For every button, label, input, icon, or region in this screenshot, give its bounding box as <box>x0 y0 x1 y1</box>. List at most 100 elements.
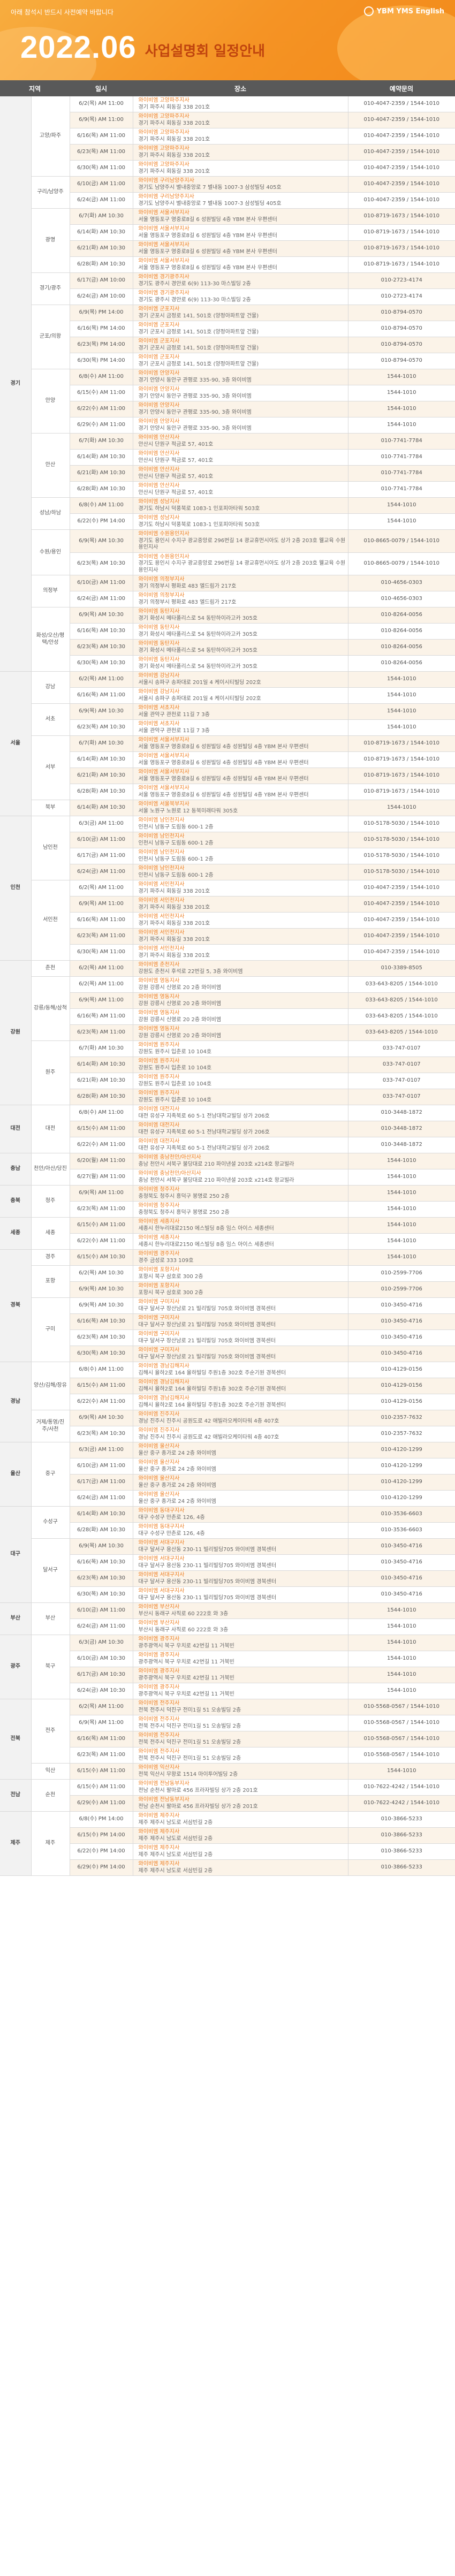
date-cell: 6/23(목) AM 10:30 <box>70 1329 133 1346</box>
place-cell: 와이비엠 수원용인지사 경기도 용인시 수지구 광교중앙로 296번길 14 광교… <box>133 552 348 575</box>
contact-cell: 1544-1010 <box>348 417 455 434</box>
place-cell: 와이비엠 서인천지사 경기 파주시 회동길 338 201호 <box>133 912 348 929</box>
place-address: 경기 군포시 금정로 141, 501호 (양정아파트앞 건물) <box>138 313 259 319</box>
place-name: 와이비엠 경남김해지사 <box>138 1395 189 1401</box>
city-cell: 천안/아산/당진 <box>31 1153 70 1186</box>
contact-cell: 010-5178-5030 / 1544-1010 <box>348 816 455 832</box>
place-cell: 와이비엠 서인천지사 경기 파주시 회동길 338 201호 <box>133 896 348 913</box>
place-address: 대구 달서구 용산동 230-11 빌리빌딩705 와이비엠 경북센터 <box>138 1594 277 1601</box>
place-cell: 와이비엠 성남지사 경기도 하남시 덕풍북로 1083-1 인포피아타워 503호 <box>133 497 348 514</box>
place-address: 강원 강릉시 신영로 20 2층 와이비엠 <box>138 1016 222 1023</box>
city-cell: 제주 <box>31 1811 70 1876</box>
place-address: 경남 진주시 진주시 공원도로 42 애빌라오케이타워 4층 407호 <box>138 1418 279 1424</box>
place-name: 와이비엠 안산지사 <box>138 483 180 489</box>
contact-cell: 010-4047-2359 / 1544-1010 <box>348 112 455 128</box>
date-cell: 6/16(목) AM 11:00 <box>70 687 133 704</box>
place-address: 서울 관악구 관천로 11길 7 3층 <box>138 727 210 734</box>
place-name: 와이비엠 의정부지사 <box>138 592 185 598</box>
place-cell: 와이비엠 서초지사 서울 관악구 관천로 11길 7 3층 <box>133 719 348 736</box>
place-name: 와이비엠 경주지사 <box>138 1251 180 1257</box>
place-name: 와이비엠 안양지사 <box>138 386 180 392</box>
table-row: 경기/광주 6/17(금) AM 10:00 와이비엠 경기광주지사 경기도 광주시 … <box>0 272 455 305</box>
table-row: 제주 제주 6/8(수) PM 14:00 와이비엠 제주지사 제주 제주시 남도로 서… <box>0 1811 455 1876</box>
table-row: 전북 전주 6/2(목) AM 11:00 와이비엠 전주지사 전북 전주시 덕진구 전… <box>0 1699 455 1780</box>
contact-cell: 033-747-0107 <box>348 1040 455 1057</box>
place-cell: 와이비엠 영동지사 강원 강릉시 신영로 20 2층 와이비엠 <box>133 992 348 1009</box>
contact-cell: 1544-1010 <box>348 687 455 704</box>
contact-cell: 1544-1010 <box>348 1618 455 1635</box>
date-cell: 6/15(수) AM 11:00 <box>70 1121 133 1137</box>
date-cell: 6/24(금) AM 11:00 <box>70 864 133 880</box>
logo-icon <box>363 6 374 16</box>
contact-cell: 010-3450-4716 <box>348 1570 455 1587</box>
place-address: 강원 강릉시 신영로 20 2층 와이비엠 <box>138 1032 222 1039</box>
date-cell: 6/27(월) AM 11:00 <box>70 1169 133 1186</box>
place-name: 와이비엠 영동지사 <box>138 994 180 1000</box>
contact-cell: 010-4047-2359 / 1544-1010 <box>348 880 455 896</box>
contact-cell: 1544-1010 <box>348 513 455 530</box>
place-address: 대전 유성구 지족북로 60 5-1 전남대학교빌딩 상가 206호 <box>138 1113 270 1119</box>
place-address: 경기 안양시 동안구 관평로 335-90, 3층 와이비엠 <box>138 425 252 431</box>
notice-text: 아래 참석시 반드시 사전예약 바랍니다 <box>11 9 113 16</box>
place-cell: 와이비엠 동대구지사 대구 수성구 만촌로 126, 4층 <box>133 1522 348 1539</box>
place-cell: 와이비엠 남인천지사 인천시 남동구 도림동 600-1 2층 <box>133 832 348 848</box>
place-cell: 와이비엠 대전지사 대전 유성구 지족북로 60 5-1 전남대학교빌딩 상가 2… <box>133 1137 348 1153</box>
place-cell: 와이비엠 서울북부지사 서울 노원구 노원로 12 동북미래타워 305호 <box>133 800 348 816</box>
region-cell: 광주 <box>0 1635 32 1699</box>
table-row: 포항 6/2(목) AM 10:30 와이비엠 포항지사 포항시 북구 삼호로 300… <box>0 1265 455 1298</box>
city-cell: 순천 <box>31 1779 70 1812</box>
place-address: 경기 의정부시 평화로 483 엘드림가 217호 <box>138 583 237 589</box>
contact-cell: 010-3450-4716 <box>348 1538 455 1555</box>
contact-cell: 010-8665-0079 / 1544-1010 <box>348 552 455 575</box>
place-name: 와이비엠 군포지사 <box>138 354 180 360</box>
table-row: 구리/남양주 6/10(금) AM 11:00 와이비엠 구리남양주지사 경기도 남양… <box>0 176 455 209</box>
place-address: 인천시 남동구 도림동 600-1 2층 <box>138 840 214 846</box>
place-address: 충남 천안시 서북구 불당대로 210 파이낸셜 203호 x214호 왕교빌라 <box>138 1161 294 1167</box>
contact-cell: 010-3448-1872 <box>348 1137 455 1153</box>
place-name: 와이비엠 서초지사 <box>138 705 180 711</box>
place-cell: 와이비엠 원주지사 강원도 원주시 입춘로 10 104호 <box>133 1040 348 1057</box>
column-header-date: 일시 <box>70 80 133 96</box>
place-address: 경주 금성로 333 109호 <box>138 1257 194 1264</box>
date-cell: 6/10(금) AM 10:30 <box>70 1651 133 1667</box>
place-name: 와이비엠 고양파주지사 <box>138 146 189 151</box>
place-name: 와이비엠 강남지사 <box>138 673 180 679</box>
table-row: 대구 수성구 6/14(화) AM 10:30 와이비엠 동대구지사 대구 수성구 만촌… <box>0 1506 455 1603</box>
place-address: 광주광역시 북구 우치로 42번길 11 거북빈 <box>138 1675 234 1681</box>
place-address: 서울 영등포구 영중로8길 6 성원빌딩 4층 성원빌딩 4층 YBM 본사 우… <box>138 743 309 750</box>
place-name: 와이비엠 고양파주지사 <box>138 162 189 168</box>
place-name: 와이비엠 울산지사 <box>138 1443 180 1449</box>
place-cell: 와이비엠 서인천지사 경기 파주시 회동길 338 201호 <box>133 928 348 945</box>
place-name: 와이비엠 경남김해지사 <box>138 1379 189 1385</box>
table-row: 북부 6/14(화) AM 10:30 와이비엠 서울북부지사 서울 노원구 노원로 … <box>0 800 455 816</box>
date-cell: 6/22(수) AM 11:00 <box>70 1233 133 1250</box>
contact-cell: 010-3450-4716 <box>348 1346 455 1362</box>
contact-cell: 010-7622-4242 / 1544-1010 <box>348 1795 455 1812</box>
place-name: 와이비엠 수원용인지사 <box>138 531 189 537</box>
place-cell: 와이비엠 경남김해지사 김해시 율하2로 164 율하빌딩 주원1층 302호 주… <box>133 1378 348 1394</box>
place-cell: 와이비엠 서인천지사 경기 파주시 회동길 338 201호 <box>133 944 348 961</box>
place-cell: 와이비엠 서인천지사 경기 파주시 회동길 338 201호 <box>133 880 348 896</box>
date-cell: 6/10(금) AM 11:00 <box>70 575 133 591</box>
place-address: 경남 진주시 진주시 공원도로 42 애빌라오케이타워 4층 407호 <box>138 1434 279 1440</box>
place-cell: 와이비엠 대전지사 대전 유성구 지족북로 60 5-1 전남대학교빌딩 상가 2… <box>133 1105 348 1121</box>
place-cell: 와이비엠 포항지사 포항시 북구 삼호로 300 2층 <box>133 1265 348 1282</box>
date-cell: 6/20(월) AM 11:00 <box>70 1153 133 1169</box>
date-cell: 6/9(목) AM 10:30 <box>70 1281 133 1298</box>
city-cell: 북구 <box>31 1635 70 1699</box>
city-cell: 강릉/동해/삼척 <box>31 976 70 1041</box>
city-cell: 안산 <box>31 433 70 498</box>
table-row: 울산 중구 6/3(금) AM 11:00 와이비엠 울산지사 울산 중구 종가로 24… <box>0 1442 455 1507</box>
place-name: 와이비엠 동탄지사 <box>138 609 180 614</box>
city-cell: 포항 <box>31 1265 70 1298</box>
place-name: 와이비엠 의정부지사 <box>138 576 185 582</box>
place-name: 와이비엠 울산지사 <box>138 1460 180 1465</box>
place-address: 경기 화성시 메타폴리스로 54 동탄하이라고카 305호 <box>138 647 258 654</box>
contact-cell: 010-8719-1673 / 1544-1010 <box>348 224 455 241</box>
place-address: 대구 달서구 장산남로 21 빌리빌딩 705호 와이비엠 경북센터 <box>138 1305 276 1312</box>
place-name: 와이비엠 남인천지사 <box>138 833 185 839</box>
place-cell: 와이비엠 서울서부지사 서울 영등포구 영중로8길 6 성원빌딩 4층 성원빌딩 … <box>133 751 348 768</box>
date-cell: 6/29(수) AM 11:00 <box>70 1795 133 1812</box>
contact-cell: 010-8264-0056 <box>348 623 455 640</box>
contact-cell: 010-4120-1299 <box>348 1442 455 1458</box>
